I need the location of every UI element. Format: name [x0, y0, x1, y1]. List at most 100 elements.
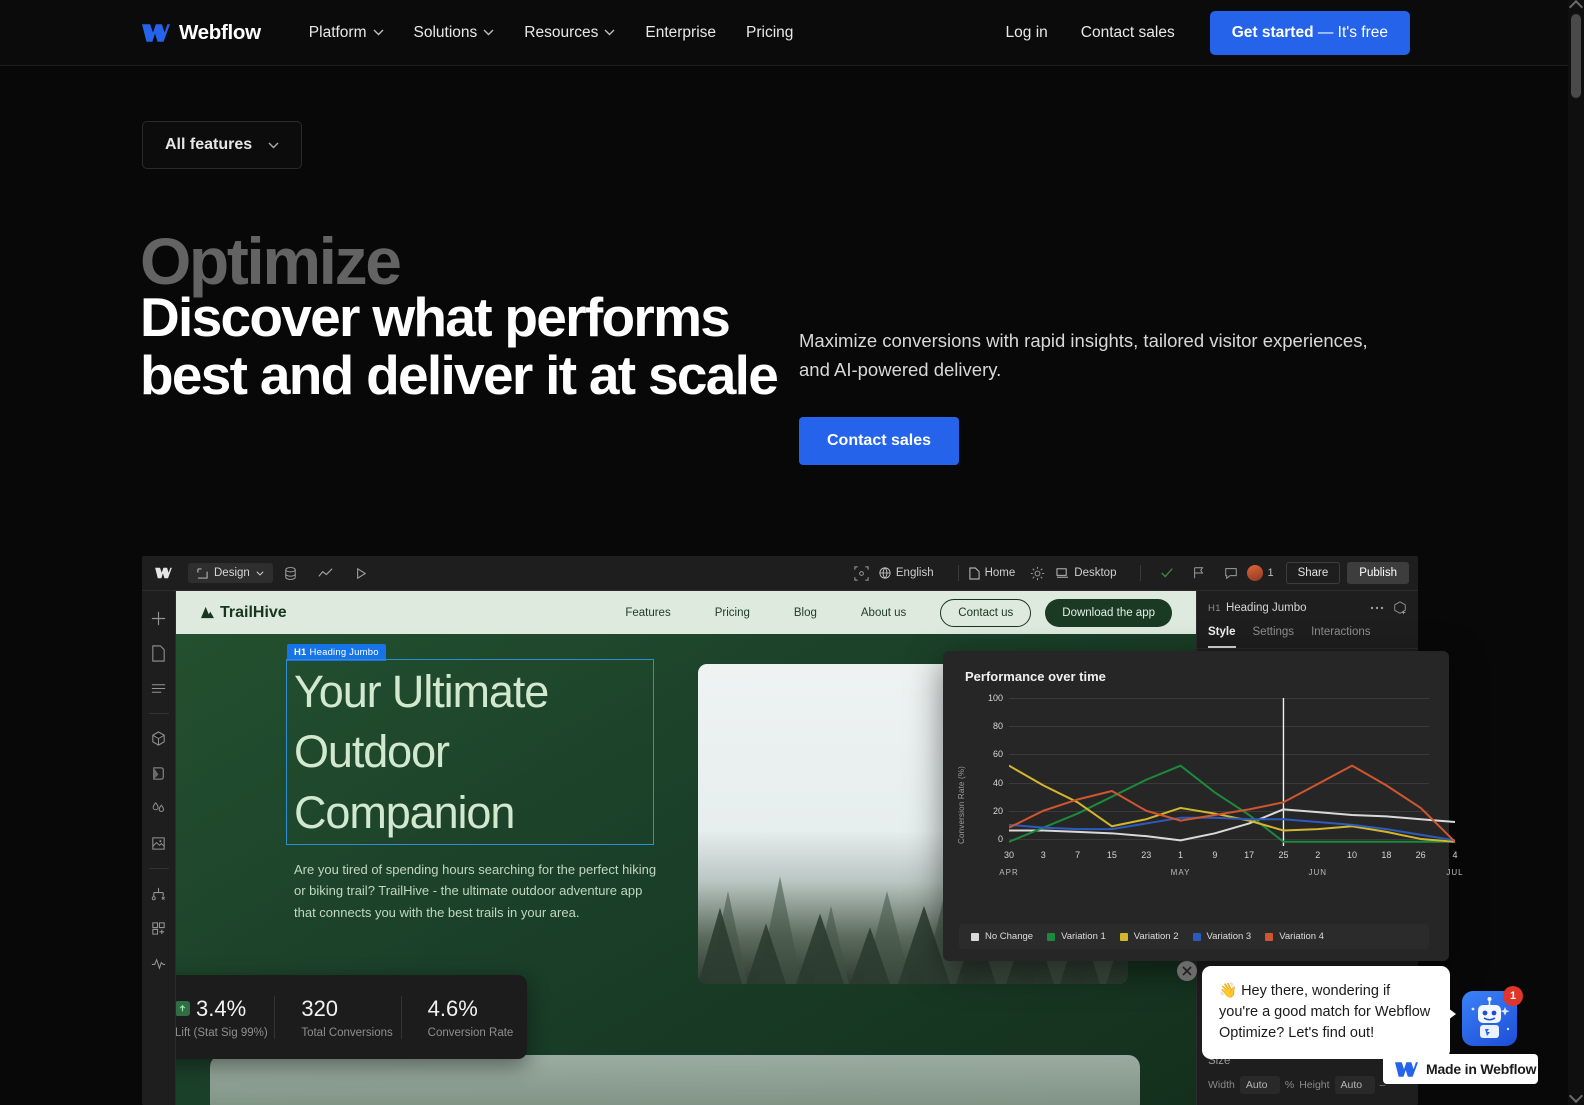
designer-toolbar: Design English Home Desktop 1 Share Publ…: [142, 556, 1418, 591]
top-navigation-bar: Webflow Platform Solutions Resources Ent…: [0, 0, 1568, 66]
hero-description: Maximize conversions with rapid insights…: [799, 330, 1368, 381]
page-selector[interactable]: Home: [969, 567, 1015, 580]
stat-label: Lift (Stat Sig 99%): [176, 1026, 268, 1039]
breakpoint-selector[interactable]: Desktop: [1056, 567, 1116, 579]
nav-label: Solutions: [413, 23, 478, 41]
site-nav-about[interactable]: About us: [839, 607, 928, 619]
nav-label: Resources: [524, 23, 599, 41]
add-element-icon[interactable]: [150, 610, 167, 627]
chart-y-tick: 60: [992, 749, 1003, 760]
tab-settings[interactable]: Settings: [1253, 626, 1295, 648]
site-contact-us-button[interactable]: Contact us: [940, 598, 1032, 627]
preview-play-icon[interactable]: [352, 565, 369, 582]
chart-month-label: MAY: [1170, 868, 1191, 877]
style-selector-icon[interactable]: [150, 765, 167, 782]
navigator-layers-icon[interactable]: [150, 680, 167, 697]
create-component-icon[interactable]: [1393, 601, 1407, 615]
site-nav-features[interactable]: Features: [603, 607, 692, 619]
components-cube-icon[interactable]: [150, 730, 167, 747]
contact-sales-link[interactable]: Contact sales: [1068, 16, 1188, 50]
chart-legend-item[interactable]: Variation 2: [1119, 931, 1179, 942]
nav-item-resources[interactable]: Resources: [511, 16, 628, 50]
trailhive-nav-links: Features Pricing Blog About us Contact u…: [603, 598, 1172, 627]
made-in-webflow-badge[interactable]: Made in Webflow: [1383, 1054, 1538, 1084]
primary-nav-links: Platform Solutions Resources Enterprise …: [296, 16, 807, 50]
trailhive-site-nav: TrailHive Features Pricing Blog About us…: [176, 591, 1196, 634]
language-selector[interactable]: English: [879, 567, 934, 579]
scroll-down-arrow-icon[interactable]: [1568, 1088, 1584, 1104]
more-options-icon[interactable]: [1370, 606, 1384, 610]
nav-item-solutions[interactable]: Solutions: [401, 16, 508, 50]
site-nav-pricing[interactable]: Pricing: [693, 607, 772, 619]
avatar[interactable]: [1247, 565, 1264, 581]
design-mode-selector[interactable]: Design: [188, 563, 273, 583]
width-input[interactable]: Auto: [1239, 1076, 1280, 1094]
webflow-designer-logo-icon[interactable]: [155, 567, 172, 579]
nav-item-pricing[interactable]: Pricing: [733, 16, 806, 50]
stat-value-row: 3.4%: [176, 996, 274, 1022]
scroll-up-arrow-icon[interactable]: [1568, 0, 1584, 15]
focus-target-icon[interactable]: [853, 565, 870, 582]
chart-legend-item[interactable]: Variation 3: [1192, 931, 1251, 942]
brand-name: Webflow: [179, 20, 261, 44]
designer-left-rail: [142, 591, 176, 1105]
toolbar-divider: [957, 565, 959, 581]
site-download-app-button[interactable]: Download the app: [1045, 598, 1172, 627]
optimize-activity-icon[interactable]: [150, 955, 167, 972]
chart-lines: [1009, 698, 1455, 846]
cursor-box-icon: [197, 567, 208, 579]
chart-series-svg: [1009, 698, 1455, 846]
webflow-badge-logo-icon: [1395, 1061, 1418, 1077]
width-unit[interactable]: %: [1285, 1079, 1294, 1091]
page-scrollbar[interactable]: [1568, 0, 1584, 1105]
chart-month-label: JUL: [1446, 868, 1464, 877]
comments-icon[interactable]: [1224, 566, 1238, 580]
apps-grid-icon[interactable]: [150, 920, 167, 937]
panel-divider: [1197, 648, 1418, 649]
analytics-chart-icon[interactable]: [317, 565, 334, 582]
close-icon[interactable]: [1177, 961, 1197, 981]
pages-icon[interactable]: [150, 645, 167, 662]
chart-x-tick: 18: [1381, 850, 1392, 860]
globe-icon: [879, 567, 891, 579]
tab-interactions[interactable]: Interactions: [1311, 626, 1370, 648]
chart-x-tick: 9: [1212, 850, 1218, 860]
get-started-button[interactable]: Get started — It's free: [1209, 10, 1410, 55]
variables-droplet-icon[interactable]: [150, 800, 167, 817]
webflow-logo-link[interactable]: Webflow: [142, 21, 261, 45]
share-button[interactable]: Share: [1285, 562, 1341, 584]
style-panel-header: H1 Heading Jumbo: [1197, 591, 1418, 615]
canvas-headline[interactable]: Your Ultimate Outdoor Companion: [294, 662, 664, 843]
cms-database-icon[interactable]: [282, 565, 299, 582]
all-features-dropdown[interactable]: All features: [142, 121, 303, 169]
chart-legend: No Change Variation 1 Variation 2 Variation…: [959, 924, 1429, 949]
chart-y-axis-label: Conversion Rate (%): [957, 765, 966, 844]
height-input[interactable]: Auto: [1334, 1076, 1375, 1094]
contact-sales-button[interactable]: Contact sales: [799, 417, 960, 465]
tab-style[interactable]: Style: [1208, 626, 1236, 648]
chat-message-bubble[interactable]: 👋 Hey there, wondering if you're a good …: [1202, 966, 1450, 1059]
page-settings-gear-icon[interactable]: [1029, 565, 1046, 582]
chart-legend-item[interactable]: Variation 1: [1047, 931, 1106, 942]
site-nav-blog[interactable]: Blog: [772, 607, 839, 619]
panel-element-tag: H1: [1208, 602, 1221, 614]
trailhive-brand-name: TrailHive: [220, 603, 287, 621]
chart-x-tick: 3: [1040, 850, 1046, 860]
assets-image-icon[interactable]: [150, 835, 167, 852]
trailhive-logo[interactable]: TrailHive: [200, 604, 287, 622]
selection-tag: H1: [294, 647, 307, 658]
nav-actions: Log in Contact sales Get started — It's …: [993, 10, 1410, 55]
chevron-down-icon: [268, 142, 279, 148]
logic-flow-icon[interactable]: [150, 885, 167, 902]
chart-legend-item[interactable]: No Change: [971, 931, 1033, 942]
canvas-paragraph[interactable]: Are you tired of spending hours searchin…: [294, 859, 664, 923]
audit-flag-icon[interactable]: [1192, 566, 1206, 580]
scrollbar-thumb[interactable]: [1571, 14, 1581, 98]
publish-button[interactable]: Publish: [1347, 562, 1409, 584]
legend-swatch-icon: [1047, 932, 1056, 941]
stat-conversion-rate: 4.6% Conversion Rate: [400, 995, 527, 1039]
login-link[interactable]: Log in: [993, 16, 1061, 50]
chart-legend-item[interactable]: Variation 4: [1265, 931, 1324, 942]
nav-item-enterprise[interactable]: Enterprise: [632, 16, 729, 50]
nav-item-platform[interactable]: Platform: [296, 16, 397, 50]
